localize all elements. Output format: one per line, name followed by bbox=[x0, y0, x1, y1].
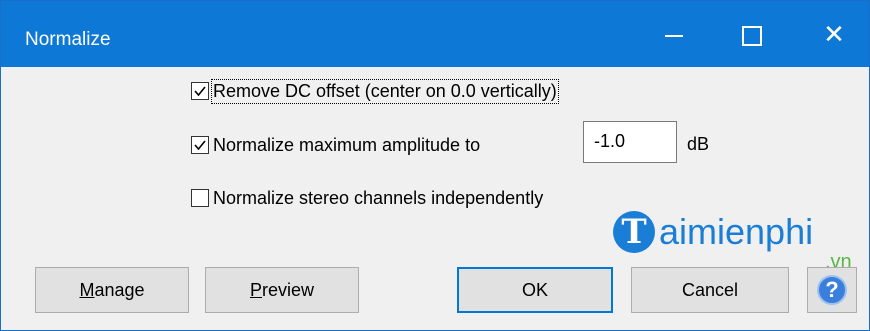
preview-mnemonic: P bbox=[249, 279, 262, 300]
remove-dc-offset-label: Remove DC offset (center on 0.0 vertical… bbox=[211, 78, 559, 104]
watermark-text: aimienphi bbox=[659, 211, 814, 252]
remove-dc-offset-option[interactable]: Remove DC offset (center on 0.0 vertical… bbox=[191, 78, 559, 104]
checkmark-icon bbox=[194, 86, 206, 97]
normalize-amplitude-checkbox[interactable] bbox=[191, 136, 209, 154]
window-title: Normalize bbox=[25, 29, 111, 50]
remove-dc-offset-checkbox[interactable] bbox=[191, 82, 209, 100]
maximize-icon bbox=[742, 26, 762, 46]
stereo-independent-option[interactable]: Normalize stereo channels independently bbox=[191, 185, 543, 211]
close-icon: ✕ bbox=[823, 20, 845, 50]
stereo-independent-checkbox[interactable] bbox=[191, 189, 209, 207]
close-button[interactable]: ✕ bbox=[801, 1, 867, 67]
manage-mnemonic: M bbox=[79, 279, 95, 300]
minimize-icon bbox=[665, 35, 683, 37]
manage-label: anage bbox=[94, 279, 145, 300]
amplitude-input[interactable]: -1.0 bbox=[583, 121, 677, 163]
preview-label: review bbox=[262, 279, 315, 300]
help-button[interactable]: ? bbox=[807, 267, 857, 313]
normalize-amplitude-option[interactable]: Normalize maximum amplitude to bbox=[191, 132, 480, 158]
amplitude-unit-label: dB bbox=[687, 134, 710, 154]
preview-button[interactable]: Preview bbox=[205, 267, 359, 313]
manage-button[interactable]: Manage bbox=[35, 267, 189, 313]
help-icon: ? bbox=[817, 275, 847, 305]
maximize-button[interactable] bbox=[719, 1, 785, 67]
ok-button[interactable]: OK bbox=[457, 267, 613, 313]
title-bar[interactable]: Normalize ✕ bbox=[1, 1, 869, 67]
cancel-button[interactable]: Cancel bbox=[631, 267, 789, 313]
checkmark-icon bbox=[194, 140, 206, 151]
watermark-logo: T aimienphi .vn bbox=[613, 207, 863, 273]
normalize-dialog: Normalize ✕ Remove DC offset (center on … bbox=[0, 0, 870, 331]
stereo-independent-label: Normalize stereo channels independently bbox=[213, 187, 544, 208]
normalize-amplitude-label: Normalize maximum amplitude to bbox=[213, 134, 481, 155]
watermark-initial: T bbox=[613, 211, 655, 253]
minimize-button[interactable] bbox=[641, 1, 707, 67]
